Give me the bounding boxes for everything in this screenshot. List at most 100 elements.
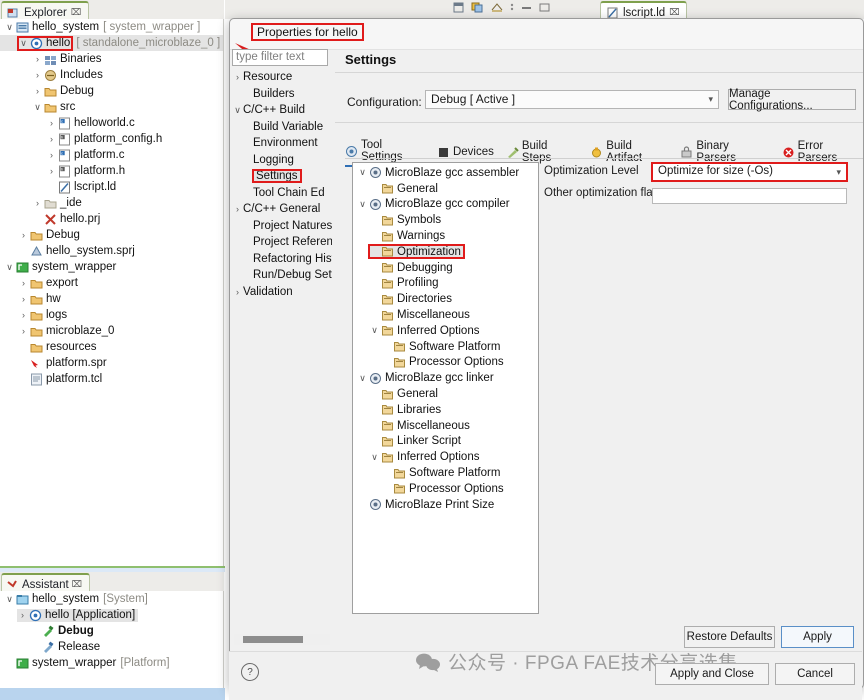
- option-processor-options[interactable]: Processor Options: [353, 481, 538, 497]
- properties-nav-tool-chain-ed[interactable]: Tool Chain Ed: [232, 185, 332, 202]
- explorer-row-platform-config-h[interactable]: ›hplatform_config.h: [0, 131, 223, 147]
- option-microblaze-gcc-compiler[interactable]: ∨MicroBlaze gcc compiler: [353, 197, 538, 213]
- expand-arrow-icon[interactable]: ›: [46, 150, 57, 160]
- option-miscellaneous[interactable]: Miscellaneous: [353, 418, 538, 434]
- option-profiling[interactable]: Profiling: [353, 276, 538, 292]
- close-icon[interactable]: ⌧: [72, 579, 82, 590]
- explorer-row-src[interactable]: ∨src: [0, 99, 223, 115]
- dialog-nav-tree[interactable]: ›ResourceBuilders∨C/C++ BuildBuild Varia…: [232, 69, 332, 634]
- properties-nav-environment[interactable]: Environment: [232, 135, 332, 152]
- expand-arrow-icon[interactable]: ›: [18, 230, 29, 240]
- close-icon[interactable]: ⌧: [669, 7, 679, 18]
- explorer-row-hw[interactable]: ›hw: [0, 291, 223, 307]
- expand-arrow-icon[interactable]: ∨: [357, 199, 368, 210]
- properties-nav-logging[interactable]: Logging: [232, 152, 332, 169]
- explorer-row-hello[interactable]: ∨hello[ standalone_microblaze_0 ]: [0, 35, 223, 51]
- option-microblaze-gcc-linker[interactable]: ∨MicroBlaze gcc linker: [353, 370, 538, 386]
- optimization-level-select[interactable]: Optimize for size (-Os) ▾: [652, 163, 847, 181]
- option-optimization[interactable]: Optimization: [353, 244, 538, 260]
- expand-arrow-icon[interactable]: ∨: [357, 167, 368, 178]
- properties-nav-validation[interactable]: ›Validation: [232, 284, 332, 301]
- tab-assistant[interactable]: Assistant ⌧: [1, 573, 90, 593]
- tab-explorer[interactable]: Explorer ⌧: [1, 1, 89, 21]
- maximize-icon[interactable]: [491, 2, 503, 16]
- expand-arrow-icon[interactable]: ∨: [18, 38, 29, 49]
- option-processor-options[interactable]: Processor Options: [353, 355, 538, 371]
- tab-devices[interactable]: Devices: [437, 146, 494, 161]
- explorer-row-debug[interactable]: ›Debug: [0, 83, 223, 99]
- expand-arrow-icon[interactable]: ∨: [369, 325, 380, 336]
- explorer-row-platform-spr[interactable]: platform.spr: [0, 355, 223, 371]
- properties-nav-build-variable[interactable]: Build Variable: [232, 119, 332, 136]
- assistant-panel[interactable]: ∨hello_system[System]›hello [Application…: [0, 591, 224, 700]
- restore-defaults-button[interactable]: Restore Defaults: [684, 626, 775, 648]
- assistant-row-release[interactable]: Release: [0, 639, 223, 655]
- explorer-row-export[interactable]: ›export: [0, 275, 223, 291]
- option-microblaze-print-size[interactable]: MicroBlaze Print Size: [353, 497, 538, 513]
- properties-nav-run-debug-sett[interactable]: Run/Debug Sett: [232, 267, 332, 284]
- option-miscellaneous[interactable]: Miscellaneous: [353, 307, 538, 323]
- properties-nav-refactoring-hist[interactable]: Refactoring Hist: [232, 251, 332, 268]
- manage-configurations-button[interactable]: Manage Configurations...: [728, 89, 856, 110]
- expand-arrow-icon[interactable]: ›: [232, 72, 243, 82]
- explorer-row-platform-h[interactable]: ›hplatform.h: [0, 163, 223, 179]
- expand-arrow-icon[interactable]: ∨: [369, 452, 380, 463]
- option-directories[interactable]: Directories: [353, 291, 538, 307]
- option-symbols[interactable]: Symbols: [353, 212, 538, 228]
- expand-arrow-icon[interactable]: ›: [46, 134, 57, 144]
- minimize-icon[interactable]: [453, 2, 464, 16]
- option-linker-script[interactable]: Linker Script: [353, 434, 538, 450]
- explorer-row-lscript-ld[interactable]: lscript.ld: [0, 179, 223, 195]
- option-software-platform[interactable]: Software Platform: [353, 465, 538, 481]
- maximize-view-icon[interactable]: [539, 2, 550, 16]
- project-explorer-panel[interactable]: ∨hello_system[ system_wrapper ]∨hello[ s…: [0, 19, 224, 570]
- properties-nav-resource[interactable]: ›Resource: [232, 69, 332, 86]
- expand-arrow-icon[interactable]: ∨: [32, 102, 43, 113]
- tool-options-tree[interactable]: ∨MicroBlaze gcc assemblerGeneral∨MicroBl…: [352, 162, 539, 614]
- assistant-row-hello-system[interactable]: ∨hello_system[System]: [0, 591, 223, 607]
- option-debugging[interactable]: Debugging: [353, 260, 538, 276]
- explorer-row-binaries[interactable]: ›Binaries: [0, 51, 223, 67]
- expand-arrow-icon[interactable]: ∨: [4, 262, 15, 273]
- explorer-row-debug[interactable]: ›Debug: [0, 227, 223, 243]
- option-general[interactable]: General: [353, 181, 538, 197]
- explorer-row-platform-tcl[interactable]: platform.tcl: [0, 371, 223, 387]
- expand-arrow-icon[interactable]: ›: [18, 310, 29, 320]
- properties-nav-c-c-build[interactable]: ∨C/C++ Build: [232, 102, 332, 119]
- apply-and-close-button[interactable]: Apply and Close: [655, 663, 769, 685]
- expand-arrow-icon[interactable]: ∨: [4, 594, 15, 605]
- expand-arrow-icon[interactable]: ›: [46, 118, 57, 128]
- option-warnings[interactable]: Warnings: [353, 228, 538, 244]
- option-software-platform[interactable]: Software Platform: [353, 339, 538, 355]
- explorer-row-helloworld-c[interactable]: ›chelloworld.c: [0, 115, 223, 131]
- assistant-row-debug[interactable]: Debug: [0, 623, 223, 639]
- explorer-row-includes[interactable]: ›Includes: [0, 67, 223, 83]
- other-flags-input[interactable]: [652, 188, 847, 204]
- expand-arrow-icon[interactable]: ›: [32, 54, 43, 64]
- minimize-view-icon[interactable]: [521, 2, 532, 16]
- explorer-row-hello-prj[interactable]: hello.prj: [0, 211, 223, 227]
- explorer-row-system-wrapper[interactable]: ∨system_wrapper: [0, 259, 223, 275]
- filter-input[interactable]: type filter text: [232, 49, 328, 66]
- expand-arrow-icon[interactable]: ›: [232, 287, 243, 297]
- expand-arrow-icon[interactable]: ›: [32, 70, 43, 80]
- explorer-row-platform-c[interactable]: ›cplatform.c: [0, 147, 223, 163]
- explorer-row-hello-system-sprj[interactable]: hello_system.sprj: [0, 243, 223, 259]
- configuration-select[interactable]: Debug [ Active ] ▾: [425, 90, 719, 109]
- expand-arrow-icon[interactable]: ›: [18, 294, 29, 304]
- expand-arrow-icon[interactable]: ›: [32, 86, 43, 96]
- properties-nav-c-c-general[interactable]: ›C/C++ General: [232, 201, 332, 218]
- properties-nav-project-referenc[interactable]: Project Referenc: [232, 234, 332, 251]
- assistant-row-system-wrapper[interactable]: system_wrapper[Platform]: [0, 655, 223, 671]
- cancel-button[interactable]: Cancel: [775, 663, 855, 685]
- expand-arrow-icon[interactable]: ›: [17, 610, 28, 620]
- expand-arrow-icon[interactable]: ›: [232, 204, 243, 214]
- properties-nav-project-natures[interactable]: Project Natures: [232, 218, 332, 235]
- expand-arrow-icon[interactable]: ∨: [4, 22, 15, 33]
- explorer-row-hello-system[interactable]: ∨hello_system[ system_wrapper ]: [0, 19, 223, 35]
- explorer-row-resources[interactable]: resources: [0, 339, 223, 355]
- option-libraries[interactable]: Libraries: [353, 402, 538, 418]
- expand-arrow-icon[interactable]: ∨: [232, 105, 243, 116]
- explorer-row-microblaze-0[interactable]: ›microblaze_0: [0, 323, 223, 339]
- expand-arrow-icon[interactable]: ›: [46, 166, 57, 176]
